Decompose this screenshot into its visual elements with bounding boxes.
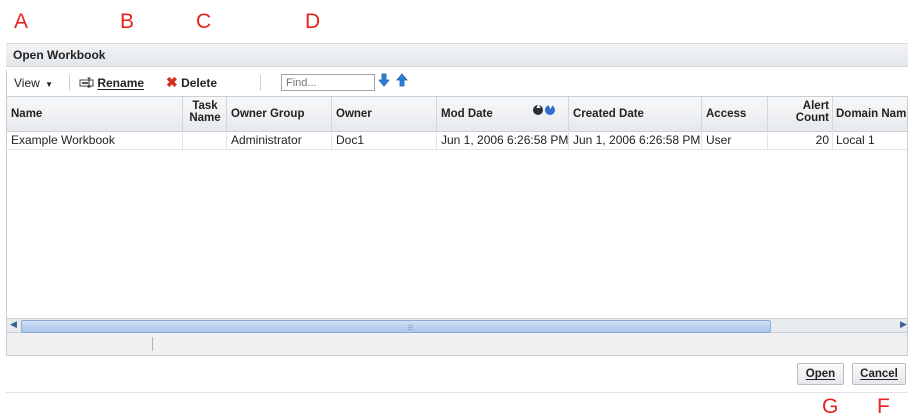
column-header-label: Alert Count [795,100,829,124]
view-menu-label: View [14,76,40,90]
column-header-name[interactable]: Name [7,97,183,131]
column-header-owner[interactable]: Owner [332,97,437,131]
column-header-label: Owner [336,108,372,120]
rename-icon [79,77,94,88]
callout-c: C [196,10,212,33]
column-header-created-date[interactable]: Created Date [569,97,702,131]
cell-access: User [702,131,768,149]
cell-owner-group: Administrator [227,131,332,149]
cell-mod-date: Jun 1, 2006 6:26:58 PM [437,131,569,149]
callout-d: D [305,10,321,33]
column-header-domain-name[interactable]: Domain Nam [833,97,907,131]
cell-alert-count: 20 [768,131,833,149]
column-header-label: Mod Date [441,108,493,120]
cancel-button[interactable]: Cancel [852,363,906,385]
open-button[interactable]: Open [797,363,844,385]
callout-a: A [14,10,29,33]
status-divider [152,337,153,351]
toolbar-divider [260,75,261,91]
cell-created-date: Jun 1, 2006 6:26:58 PM [569,131,702,149]
column-header-label: Domain Nam [836,108,907,120]
column-header-label: Task Name [189,100,221,124]
toolbar-divider [69,75,70,91]
column-header-task-name[interactable]: Task Name [183,97,227,131]
table-header: Name Task Name Owner Group Owner Mod Dat… [7,97,907,132]
cell-owner: Doc1 [332,131,437,149]
rename-button[interactable]: Rename [79,76,144,90]
cancel-button-label: Cancel [860,368,898,380]
column-header-mod-date[interactable]: Mod Date ▲ ▼ [437,97,569,131]
sort-descending-icon[interactable]: ▼ [545,104,555,115]
find-previous-button[interactable] [396,73,408,90]
cell-domain-name: Local 1 [836,133,875,147]
column-header-owner-group[interactable]: Owner Group [227,97,332,131]
column-header-alert-count[interactable]: Alert Count [768,97,833,131]
arrow-down-icon [378,73,390,87]
delete-label: Delete [181,76,218,90]
table-row[interactable]: Example Workbook Administrator Doc1 Jun … [7,131,907,150]
dialog-title: Open Workbook [13,48,106,62]
workbook-table: Name Task Name Owner Group Owner Mod Dat… [6,96,908,356]
find-next-button[interactable] [378,73,390,90]
view-menu[interactable]: View ▼ [14,76,53,90]
delete-button[interactable]: ✖ Delete [166,74,218,90]
scroll-left-icon[interactable]: ◀ [10,319,17,330]
arrow-up-icon [396,73,408,87]
column-header-label: Created Date [573,108,644,120]
scrollbar-thumb[interactable]: ☰ [21,320,771,333]
grip-icon: ☰ [407,325,414,332]
rename-label: Rename [97,76,145,90]
delete-icon: ✖ [166,74,178,90]
column-header-label: Owner Group [231,108,305,120]
chevron-down-icon: ▼ [45,80,54,89]
callout-b: B [120,10,135,33]
open-button-label: Open [805,368,836,380]
footer-divider [6,392,908,393]
scroll-right-icon[interactable]: ▶ [900,319,907,330]
find-input[interactable] [281,74,375,91]
cell-name: Example Workbook [7,131,183,149]
column-header-label: Name [11,108,43,120]
cell-task-name [183,131,227,149]
status-bar [7,333,907,355]
toolbar: View ▼ Rename ✖ Delete [6,70,908,96]
sort-controls: ▲ ▼ [533,103,557,118]
sort-ascending-icon[interactable]: ▲ [533,103,543,115]
column-header-access[interactable]: Access [702,97,768,131]
dialog-header: Open Workbook [6,43,908,67]
callout-f: F [877,395,890,418]
horizontal-scrollbar[interactable]: ◀ ☰ ▶ [7,318,907,333]
callout-g: G [822,395,839,418]
column-header-label: Access [706,108,747,120]
